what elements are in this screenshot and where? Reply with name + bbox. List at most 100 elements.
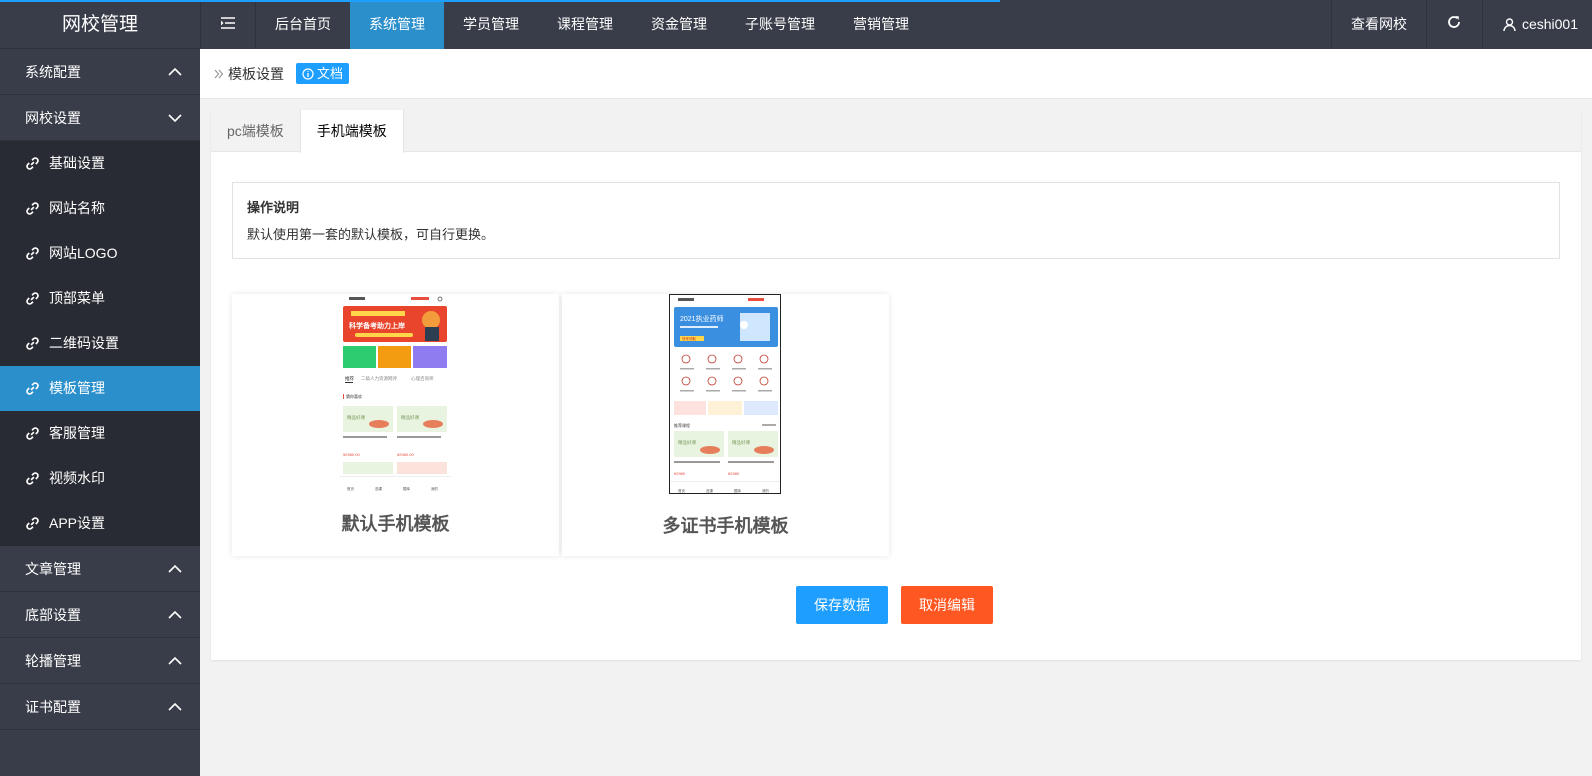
- chevron-up-icon: [168, 684, 182, 730]
- svg-text:选课: 选课: [706, 488, 714, 493]
- sidebar-group-label: 文章管理: [25, 561, 81, 577]
- breadcrumb-current: 模板设置: [228, 65, 284, 82]
- refresh-button[interactable]: [1425, 0, 1482, 49]
- sidebar-item-site-logo[interactable]: 网站LOGO: [0, 231, 200, 276]
- sidebar-item-label: 二维码设置: [49, 335, 119, 351]
- chevron-down-icon: [168, 95, 182, 141]
- view-site-button[interactable]: 查看网校: [1330, 0, 1426, 49]
- svg-text:2021执业药师: 2021执业药师: [680, 314, 724, 323]
- link-icon: [25, 291, 41, 307]
- sidebar-group-school-settings[interactable]: 网校设置: [0, 95, 200, 141]
- svg-text:题库: 题库: [403, 486, 411, 491]
- main-panel: pc端模板 手机端模板 操作说明 默认使用第一套的默认模板，可自行更换。 科学备…: [211, 110, 1581, 660]
- link-icon: [25, 156, 41, 172]
- sidebar-item-label: 模板管理: [49, 380, 105, 396]
- sidebar-group-label: 证书配置: [25, 699, 81, 715]
- svg-text:我的: 我的: [762, 488, 770, 493]
- svg-text:快来领取: 快来领取: [682, 336, 696, 341]
- username-label: ceshi001: [1521, 16, 1578, 32]
- sidebar-item-app-settings[interactable]: APP设置: [0, 501, 200, 546]
- template-tabs: pc端模板 手机端模板: [211, 110, 1581, 153]
- svg-text:二级人力资源网评: 二级人力资源网评: [361, 375, 397, 382]
- sidebar-item-top-menu[interactable]: 顶部菜单: [0, 276, 200, 321]
- instructions-title: 操作说明: [247, 200, 300, 215]
- sidebar-item-video-watermark[interactable]: 视频水印: [0, 456, 200, 501]
- link-icon: [25, 426, 41, 442]
- breadcrumb: 模板设置 文档: [200, 49, 1592, 99]
- sidebar-item-label: 网站LOGO: [49, 245, 118, 261]
- svg-text:精品好课: 精品好课: [678, 439, 696, 446]
- link-icon: [25, 336, 41, 352]
- template-label: 默认手机模板: [341, 514, 450, 534]
- sidebar-item-template-management[interactable]: 模板管理: [0, 366, 200, 411]
- sidebar: 网校管理 系统配置 网校设置 基础设置 网站名称 网站LOGO 顶部菜单 二维码…: [0, 0, 200, 776]
- nav-student-management[interactable]: 学员管理: [444, 0, 538, 49]
- sidebar-item-site-name[interactable]: 网站名称: [0, 186, 200, 231]
- save-button[interactable]: 保存数据: [796, 586, 888, 624]
- nav-dashboard[interactable]: 后台首页: [256, 0, 350, 49]
- instructions-text: 默认使用第一套的默认模板，可自行更换。: [247, 227, 495, 242]
- sidebar-item-label: 客服管理: [49, 425, 105, 441]
- sidebar-group-articles[interactable]: 文章管理: [0, 546, 200, 592]
- tab-pc-template[interactable]: pc端模板: [211, 110, 300, 152]
- sidebar-item-label: 网站名称: [49, 200, 105, 216]
- sidebar-toggle-button[interactable]: [200, 0, 256, 49]
- double-chevron-right-icon: [214, 66, 224, 82]
- app-logo-title: 网校管理: [0, 0, 200, 49]
- sidebar-item-label: 基础设置: [49, 155, 105, 171]
- svg-text:¥2980.00: ¥2980.00: [343, 452, 360, 457]
- page-load-progress: [0, 0, 1000, 2]
- sidebar-item-basic-settings[interactable]: 基础设置: [0, 141, 200, 186]
- template-card-default[interactable]: 科学备考助力上岸 推荐 二级人力资源网评 心理咨询师 猜你喜欢 精品好课 精品好…: [232, 294, 559, 556]
- sidebar-group-label: 底部设置: [25, 607, 81, 623]
- svg-text:首页: 首页: [678, 488, 686, 493]
- sidebar-group-system-config[interactable]: 系统配置: [0, 49, 200, 95]
- doc-button[interactable]: 文档: [296, 63, 350, 84]
- sidebar-item-label: APP设置: [49, 515, 106, 531]
- sidebar-item-label: 顶部菜单: [49, 290, 105, 306]
- nav-system-management[interactable]: 系统管理: [350, 0, 444, 49]
- svg-text:精品好课: 精品好课: [732, 439, 750, 446]
- svg-text:题库: 题库: [734, 488, 742, 493]
- svg-text:选课: 选课: [375, 486, 383, 491]
- nav-course-management[interactable]: 课程管理: [538, 0, 632, 49]
- sidebar-submenu: 基础设置 网站名称 网站LOGO 顶部菜单 二维码设置 模板管理 客服管理 视频…: [0, 141, 200, 546]
- chevron-up-icon: [168, 546, 182, 592]
- svg-text:精品好课: 精品好课: [347, 414, 365, 421]
- info-icon: [302, 67, 314, 80]
- template-card-multi-certificate[interactable]: 2021执业药师 快来领取 推荐课程 精品好课 精品好课 ¥2980 ¥2980…: [562, 294, 889, 556]
- sidebar-group-footer-settings[interactable]: 底部设置: [0, 592, 200, 638]
- chevron-up-icon: [168, 592, 182, 638]
- nav-subaccount-management[interactable]: 子账号管理: [726, 0, 834, 49]
- user-menu[interactable]: ceshi001: [1481, 0, 1592, 49]
- svg-text:推荐: 推荐: [345, 375, 354, 382]
- template-preview-image: 2021执业药师 快来领取 推荐课程 精品好课 精品好课 ¥2980 ¥2980…: [669, 294, 781, 494]
- svg-text:¥2980: ¥2980: [674, 471, 686, 476]
- chevron-up-icon: [168, 638, 182, 684]
- top-header: 后台首页 系统管理 学员管理 课程管理 资金管理 子账号管理 营销管理 查看网校…: [200, 0, 1592, 49]
- link-icon: [25, 246, 41, 262]
- sidebar-group-carousel[interactable]: 轮播管理: [0, 638, 200, 684]
- tab-mobile-template[interactable]: 手机端模板: [299, 110, 404, 153]
- link-icon: [25, 381, 41, 397]
- refresh-icon: [1447, 0, 1461, 49]
- template-preview-image: 科学备考助力上岸 推荐 二级人力资源网评 心理咨询师 猜你喜欢 精品好课 精品好…: [339, 294, 451, 494]
- link-icon: [25, 201, 41, 217]
- sidebar-group-label: 轮播管理: [25, 653, 81, 669]
- svg-text:科学备考助力上岸: 科学备考助力上岸: [349, 321, 405, 330]
- sidebar-item-label: 视频水印: [49, 470, 105, 486]
- sidebar-item-qrcode-settings[interactable]: 二维码设置: [0, 321, 200, 366]
- chevron-up-icon: [168, 49, 182, 95]
- svg-text:我的: 我的: [431, 486, 439, 491]
- svg-text:¥2980: ¥2980: [728, 471, 740, 476]
- nav-marketing-management[interactable]: 营销管理: [834, 0, 928, 49]
- nav-finance-management[interactable]: 资金管理: [632, 0, 726, 49]
- svg-text:心理咨询师: 心理咨询师: [411, 375, 434, 382]
- cancel-button[interactable]: 取消编辑: [901, 586, 993, 624]
- instructions-box: 操作说明 默认使用第一套的默认模板，可自行更换。: [232, 182, 1560, 259]
- sidebar-group-label: 网校设置: [25, 110, 81, 126]
- template-label: 多证书手机模板: [662, 516, 789, 536]
- sidebar-group-certificates[interactable]: 证书配置: [0, 684, 200, 730]
- link-icon: [25, 516, 41, 532]
- sidebar-item-customer-service[interactable]: 客服管理: [0, 411, 200, 456]
